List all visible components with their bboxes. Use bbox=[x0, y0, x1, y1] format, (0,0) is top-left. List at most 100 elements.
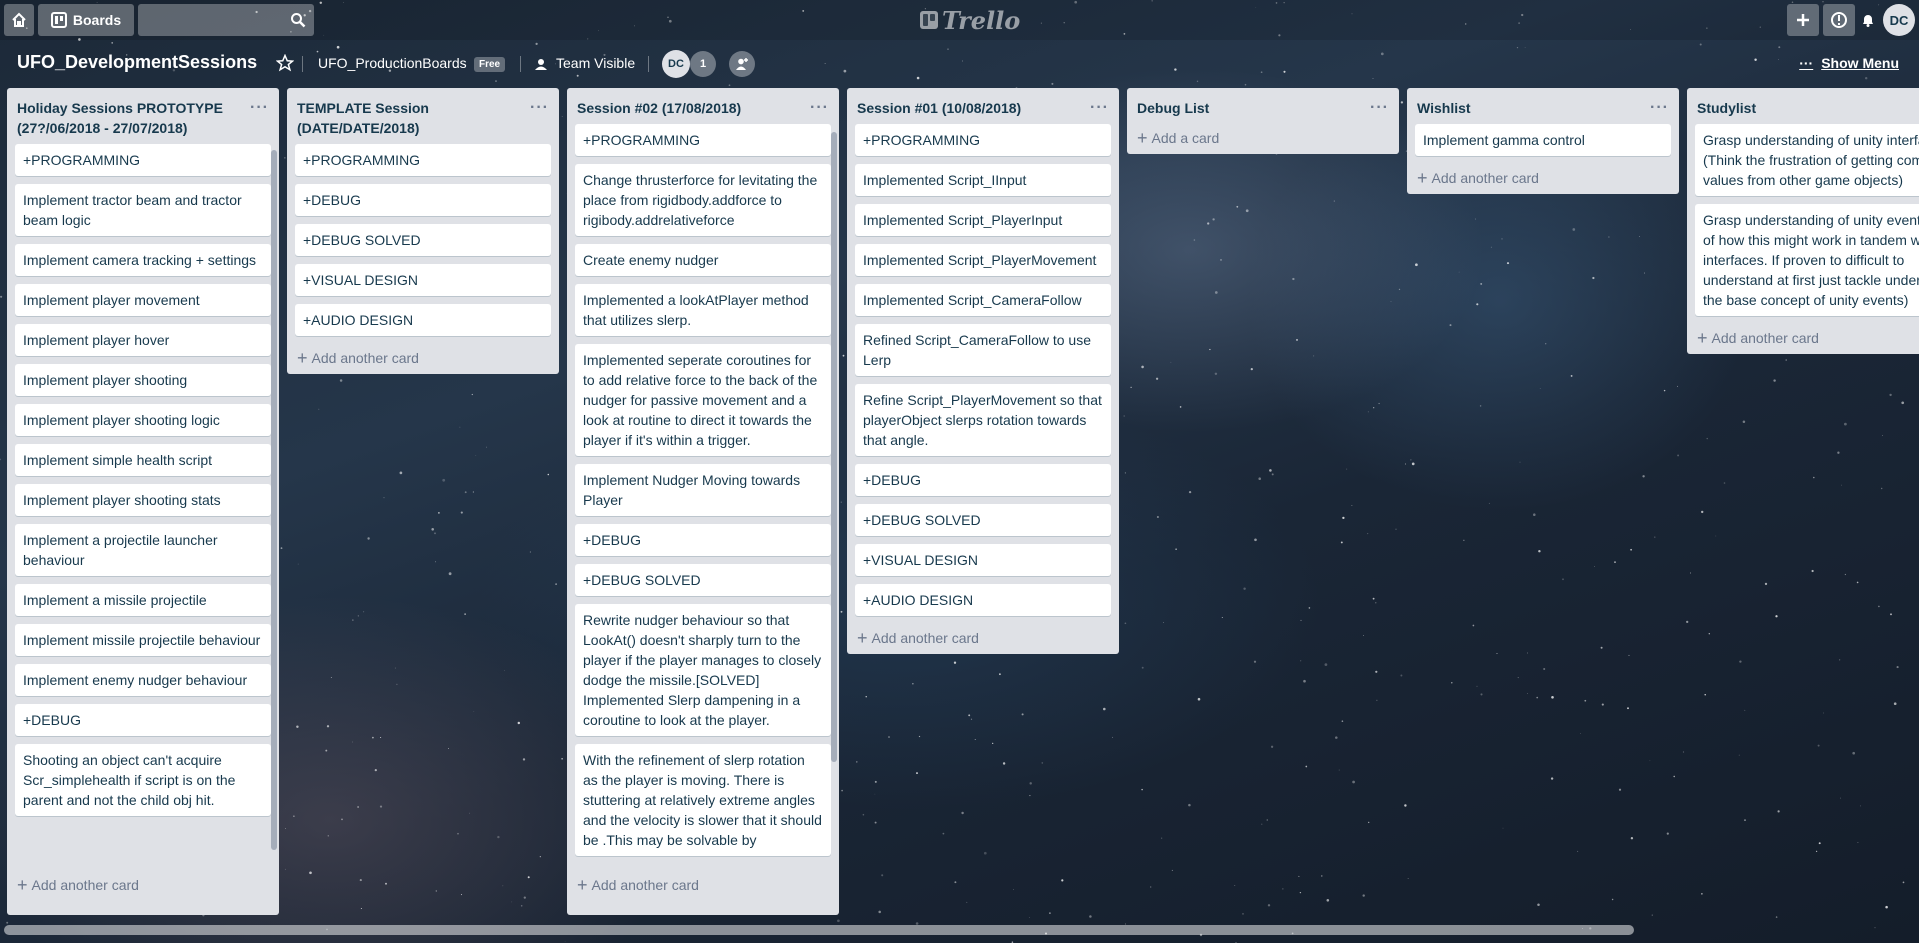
list-title[interactable]: Debug List bbox=[1137, 100, 1209, 116]
visibility-label[interactable]: Team Visible bbox=[556, 55, 635, 71]
card[interactable]: Implemented Script_PlayerInput bbox=[855, 204, 1111, 236]
list-title[interactable]: Session #01 (10/08/2018) bbox=[857, 100, 1021, 116]
card[interactable]: +DEBUG SOLVED bbox=[295, 224, 551, 256]
list-menu-icon[interactable]: ··· bbox=[810, 98, 829, 118]
list-title[interactable]: Studylist bbox=[1697, 100, 1756, 116]
card[interactable]: +PROGRAMMING bbox=[575, 124, 831, 156]
board-title[interactable]: UFO_DevelopmentSessions bbox=[17, 52, 257, 73]
card[interactable]: Implement tractor beam and tractor beam … bbox=[15, 184, 271, 236]
card[interactable]: +PROGRAMMING bbox=[15, 144, 271, 176]
card[interactable]: Change thrusterforce for levitating the … bbox=[575, 164, 831, 236]
list[interactable]: Studylist Grasp understanding of unity i… bbox=[1687, 88, 1919, 354]
card[interactable]: Implement player shooting bbox=[15, 364, 271, 396]
divider bbox=[302, 56, 303, 72]
search-box[interactable] bbox=[138, 4, 314, 36]
star-icon[interactable] bbox=[276, 54, 294, 72]
list-scrollbar[interactable] bbox=[271, 150, 277, 850]
search-input[interactable] bbox=[138, 4, 294, 36]
list-menu-icon[interactable]: ··· bbox=[1090, 98, 1109, 118]
card[interactable]: Implement camera tracking + settings bbox=[15, 244, 271, 276]
card[interactable]: Grasp understanding of unity events (Thi… bbox=[1695, 204, 1919, 316]
search-icon[interactable] bbox=[290, 12, 306, 28]
card[interactable]: Implement gamma control bbox=[1415, 124, 1671, 156]
card[interactable]: +AUDIO DESIGN bbox=[855, 584, 1111, 616]
add-card-button[interactable]: + Add another card bbox=[847, 624, 1119, 654]
card[interactable]: Implement a projectile launcher behaviou… bbox=[15, 524, 271, 576]
card[interactable]: Implement Nudger Moving towards Player bbox=[575, 464, 831, 516]
list[interactable]: TEMPLATE Session (DATE/DATE/2018) ··· +P… bbox=[287, 88, 559, 374]
card[interactable]: Implemented Script_IInput bbox=[855, 164, 1111, 196]
list-scrollbar[interactable] bbox=[831, 132, 837, 762]
card[interactable]: Grasp understanding of unity interfaces.… bbox=[1695, 124, 1919, 196]
add-card-button[interactable]: + Add another card bbox=[1687, 324, 1919, 354]
list[interactable]: Debug List ··· + Add a card bbox=[1127, 88, 1399, 154]
list-menu-icon[interactable]: ··· bbox=[250, 98, 269, 118]
info-button[interactable] bbox=[1823, 4, 1855, 36]
list-header[interactable]: Session #01 (10/08/2018) ··· bbox=[847, 88, 1119, 124]
card[interactable]: +PROGRAMMING bbox=[855, 124, 1111, 156]
card[interactable]: Implemented Script_PlayerMovement bbox=[855, 244, 1111, 276]
list[interactable]: Session #02 (17/08/2018) ··· +PROGRAMMIN… bbox=[567, 88, 839, 915]
team-name[interactable]: UFO_ProductionBoards bbox=[318, 55, 467, 71]
list-header[interactable]: Studylist bbox=[1687, 88, 1919, 124]
card[interactable]: Implement missile projectile behaviour bbox=[15, 624, 271, 656]
add-button[interactable] bbox=[1787, 4, 1819, 36]
card[interactable]: +DEBUG bbox=[855, 464, 1111, 496]
card[interactable]: +DEBUG SOLVED bbox=[855, 504, 1111, 536]
list-header[interactable]: Wishlist ··· bbox=[1407, 88, 1679, 124]
list-header[interactable]: Debug List ··· bbox=[1127, 88, 1399, 124]
card[interactable]: Implement player movement bbox=[15, 284, 271, 316]
show-menu-button[interactable]: ··· Show Menu bbox=[1799, 55, 1899, 71]
notifications-button[interactable] bbox=[1857, 4, 1879, 36]
invite-button[interactable] bbox=[729, 51, 755, 77]
list-menu-icon[interactable]: ··· bbox=[1370, 98, 1389, 118]
card[interactable]: +DEBUG SOLVED bbox=[575, 564, 831, 596]
list[interactable]: Holiday Sessions PROTOTYPE (27?/06/2018 … bbox=[7, 88, 279, 915]
card[interactable]: Shooting an object can't acquire Scr_sim… bbox=[15, 744, 271, 816]
trello-logo[interactable]: Trello bbox=[920, 6, 1020, 35]
list[interactable]: Session #01 (10/08/2018) ··· +PROGRAMMIN… bbox=[847, 88, 1119, 654]
member-count[interactable]: 1 bbox=[690, 51, 716, 77]
card[interactable]: Create enemy nudger bbox=[575, 244, 831, 276]
list-title[interactable]: Session #02 (17/08/2018) bbox=[577, 100, 741, 116]
card[interactable]: Implement simple health script bbox=[15, 444, 271, 476]
card[interactable]: +DEBUG bbox=[295, 184, 551, 216]
card[interactable]: +DEBUG bbox=[575, 524, 831, 556]
member-avatar[interactable]: DC bbox=[662, 50, 690, 78]
card[interactable]: +VISUAL DESIGN bbox=[295, 264, 551, 296]
card[interactable]: Implement player shooting logic bbox=[15, 404, 271, 436]
card[interactable]: Implement player hover bbox=[15, 324, 271, 356]
board-horizontal-scrollbar[interactable] bbox=[4, 925, 1634, 935]
card[interactable]: Refine Script_PlayerMovement so that pla… bbox=[855, 384, 1111, 456]
list-title[interactable]: Wishlist bbox=[1417, 100, 1471, 116]
add-card-button[interactable]: + Add another card bbox=[287, 344, 559, 374]
card[interactable]: Refined Script_CameraFollow to use Lerp bbox=[855, 324, 1111, 376]
list-header[interactable]: Holiday Sessions PROTOTYPE (27?/06/2018 … bbox=[7, 88, 279, 144]
card[interactable]: Implemented a lookAtPlayer method that u… bbox=[575, 284, 831, 336]
boards-button[interactable]: Boards bbox=[38, 4, 134, 36]
card[interactable]: +DEBUG bbox=[15, 704, 271, 736]
card[interactable]: Implement a missile projectile bbox=[15, 584, 271, 616]
card[interactable]: Implemented Script_CameraFollow bbox=[855, 284, 1111, 316]
card[interactable]: Implement enemy nudger behaviour bbox=[15, 664, 271, 696]
add-card-button[interactable]: + Add another card bbox=[7, 871, 279, 901]
list[interactable]: Wishlist ··· Implement gamma control + Ad… bbox=[1407, 88, 1679, 194]
home-button[interactable] bbox=[4, 4, 34, 36]
list-menu-icon[interactable]: ··· bbox=[530, 98, 549, 118]
card[interactable]: +AUDIO DESIGN bbox=[295, 304, 551, 336]
card[interactable]: +PROGRAMMING bbox=[295, 144, 551, 176]
list-title[interactable]: Holiday Sessions PROTOTYPE (27?/06/2018 … bbox=[17, 100, 223, 136]
card[interactable]: Rewrite nudger behaviour so that LookAt(… bbox=[575, 604, 831, 736]
list-header[interactable]: Session #02 (17/08/2018) ··· bbox=[567, 88, 839, 124]
list-menu-icon[interactable]: ··· bbox=[1650, 98, 1669, 118]
card[interactable]: With the refinement of slerp rotation as… bbox=[575, 744, 831, 856]
card[interactable]: Implemented seperate coroutines for to a… bbox=[575, 344, 831, 456]
add-card-button[interactable]: + Add another card bbox=[1407, 164, 1679, 194]
user-avatar[interactable]: DC bbox=[1883, 4, 1915, 36]
add-card-button[interactable]: + Add a card bbox=[1127, 124, 1399, 154]
list-header[interactable]: TEMPLATE Session (DATE/DATE/2018) ··· bbox=[287, 88, 559, 144]
card[interactable]: Implement player shooting stats bbox=[15, 484, 271, 516]
card[interactable]: +VISUAL DESIGN bbox=[855, 544, 1111, 576]
add-card-button[interactable]: + Add another card bbox=[567, 871, 839, 901]
list-title[interactable]: TEMPLATE Session (DATE/DATE/2018) bbox=[297, 100, 429, 136]
